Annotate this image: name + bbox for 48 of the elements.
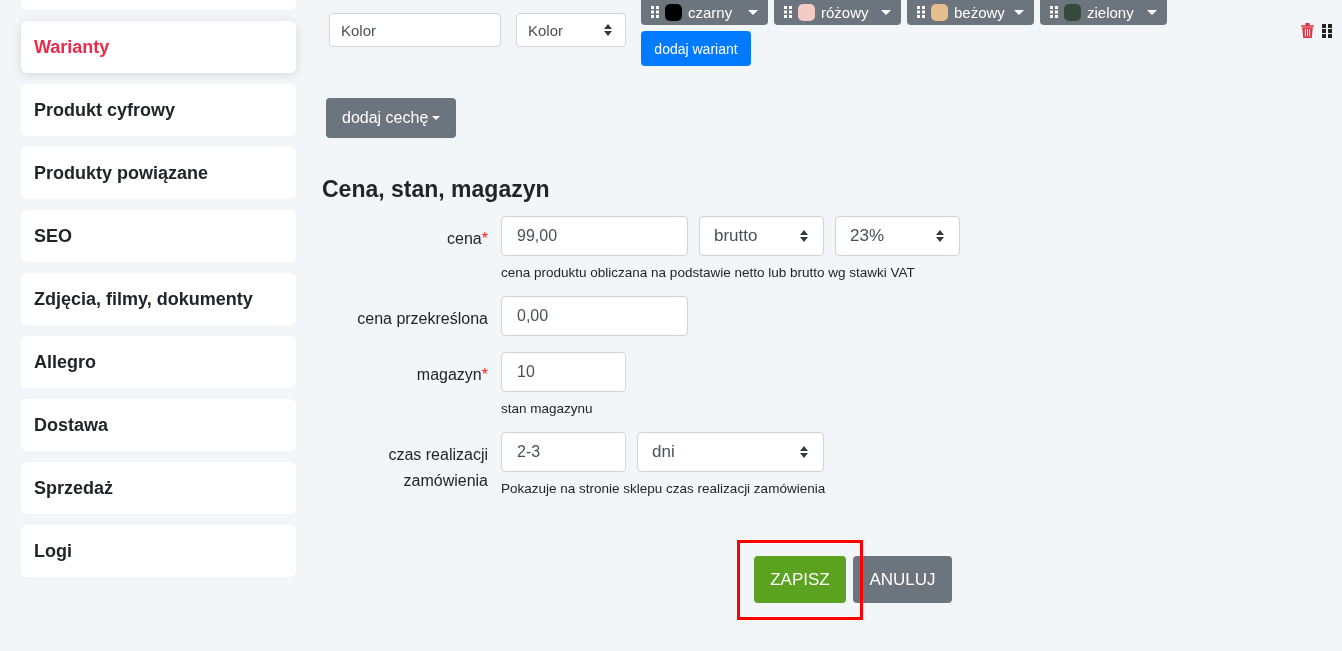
sidebar-item[interactable]: Warianty (21, 21, 296, 73)
sidebar-item[interactable]: SEO (21, 210, 296, 262)
variant-chip[interactable]: czarny (641, 0, 768, 25)
caret-icon (432, 116, 441, 120)
drag-handle-icon (917, 6, 925, 18)
caret-icon (1014, 9, 1024, 15)
sidebar-item[interactable]: Allegro (21, 336, 296, 388)
text-field[interactable]: 2-3 (501, 432, 626, 472)
field-label: cena przekreślona (356, 309, 488, 329)
sidebar-item[interactable]: Produkty powiązane (21, 147, 296, 199)
section-title: Cena, stan, magazyn (322, 176, 551, 203)
drag-handle-icon (784, 6, 792, 18)
sort-arrows-icon (603, 23, 613, 37)
variant-chip[interactable]: różowy (774, 0, 901, 25)
sort-arrows-icon (799, 445, 809, 459)
cancel-button[interactable]: ANULUJ (853, 556, 952, 603)
dropdown-select[interactable]: 23% (835, 216, 960, 256)
caret-icon (748, 9, 758, 15)
sidebar-item[interactable]: Produkt cyfrowy (21, 84, 296, 136)
drag-handle-icon[interactable] (1322, 23, 1332, 38)
caret-icon (881, 9, 891, 15)
caret-icon (1147, 9, 1157, 15)
text-field[interactable]: 0,00 (501, 296, 688, 336)
sort-arrows-icon (799, 229, 809, 243)
dropdown-select[interactable]: brutto (699, 216, 824, 256)
variant-chip[interactable]: beżowy (907, 0, 1034, 25)
add-feature-button[interactable]: dodaj cechę (326, 98, 457, 138)
drag-handle-icon (651, 6, 659, 18)
add-variant-button[interactable]: dodaj wariant (641, 31, 751, 66)
help-text: cena produktu obliczana na podstawie netto lub brutto wg stawki VAT (501, 265, 916, 280)
sidebar-item[interactable]: Sprzedaż (21, 462, 296, 514)
variant-type-select[interactable]: Kolor (516, 13, 626, 47)
help-text: Pokazuje na stronie sklepu czas realizacji zamówienia (501, 481, 827, 496)
field-label: cena* (446, 229, 488, 249)
sidebar-item[interactable]: Zdjęcia, filmy, dokumenty (21, 273, 296, 325)
dropdown-select[interactable]: dni (637, 432, 824, 472)
sidebar-item[interactable]: Dostawa (21, 399, 296, 451)
help-text: stan magazynu (501, 401, 594, 416)
variant-chip[interactable]: zielony (1040, 0, 1167, 25)
field-label: czas realizacji zamówienia (387, 445, 488, 491)
trash-icon[interactable] (1301, 23, 1314, 38)
drag-handle-icon (1050, 6, 1058, 18)
variant-name-field[interactable]: Kolor (329, 13, 501, 47)
field-label: magazyn* (415, 365, 488, 385)
sidebar-item[interactable]: Logi (21, 525, 296, 577)
text-field[interactable]: 10 (501, 352, 626, 392)
text-field[interactable]: 99,00 (501, 216, 688, 256)
sort-arrows-icon (935, 229, 945, 243)
